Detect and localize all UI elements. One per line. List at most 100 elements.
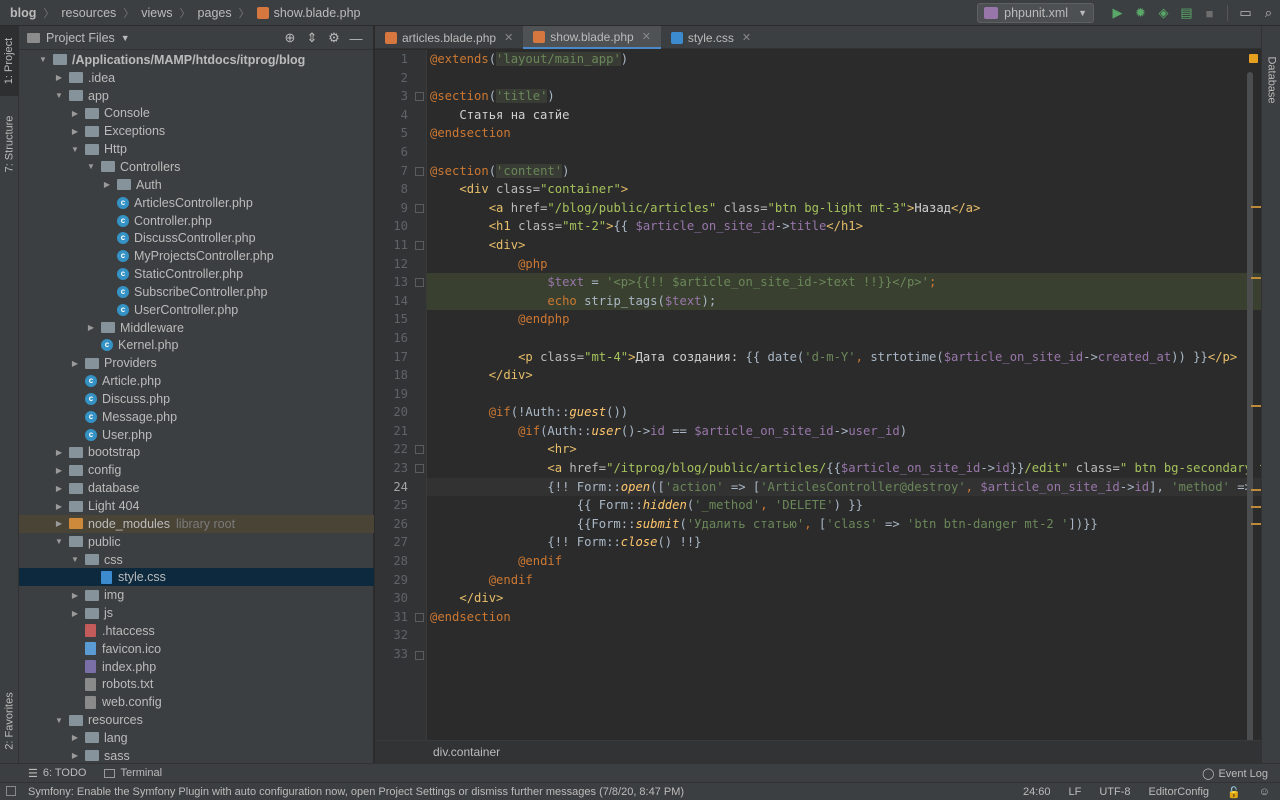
tree-item[interactable]: ▶ Light 404 [19,497,374,515]
breadcrumb-item[interactable]: views [141,6,172,20]
tree-item[interactable]: ▶cUserController.php [19,301,374,319]
tab-database[interactable]: Database [1262,44,1280,116]
coverage-button[interactable]: ◈ [1153,2,1175,24]
tree-item[interactable]: ▶.htaccess [19,622,374,640]
code-line[interactable] [427,626,1261,645]
breadcrumb-item[interactable]: blog [10,6,36,20]
chevron-right-icon[interactable]: ▶ [69,109,81,118]
error-stripe-marker[interactable] [1251,523,1261,525]
code-line[interactable]: @endif [427,552,1261,571]
tree-item[interactable]: ▶ node_modules library root [19,514,374,533]
chevron-down-icon[interactable]: ▼ [53,91,65,100]
code-line[interactable]: {{ Form::hidden('_method', 'DELETE') }} [427,496,1261,515]
code-line[interactable]: <hr> [427,440,1261,459]
gear-icon[interactable]: ⚙ [323,30,345,46]
code-line[interactable]: @php [427,255,1261,274]
tree-item[interactable]: ▶index.php [19,658,374,676]
chevron-right-icon[interactable]: ▶ [69,609,81,618]
editor-tab[interactable]: show.blade.php ✕ [523,26,661,49]
line-separator[interactable]: LF [1069,786,1082,798]
tab-favorites[interactable]: 2: Favorites [0,681,19,761]
chevron-down-icon[interactable]: ▼ [85,162,97,171]
chevron-down-icon[interactable]: ▼ [121,33,130,43]
status-icon[interactable] [6,786,16,796]
run-config-select[interactable]: phpunit.xml ▼ [977,3,1094,23]
breadcrumb-item[interactable]: show.blade.php [256,6,361,20]
editor-config[interactable]: EditorConfig [1149,786,1210,798]
tree-item[interactable]: ▶cMyProjectsController.php [19,247,374,265]
code-line[interactable] [427,329,1261,348]
tree-item[interactable]: ▶ js [19,604,374,622]
code-line[interactable]: @endphp [427,310,1261,329]
close-icon[interactable]: ✕ [504,31,513,44]
tree-item[interactable]: ▼ /Applications/MAMP/htdocs/itprog/blog [19,51,374,69]
fold-marker[interactable] [415,445,424,454]
chevron-right-icon[interactable]: ▶ [53,484,65,493]
chevron-right-icon[interactable]: ▶ [69,751,81,760]
code-line[interactable]: @if(Auth::user()->id == $article_on_site… [427,422,1261,441]
tab-project[interactable]: 1: Project [0,26,19,96]
tree-item[interactable]: ▶cArticle.php [19,372,374,390]
close-icon[interactable]: ✕ [642,30,651,43]
code-line[interactable]: {!! Form::open(['action' => ['ArticlesCo… [427,477,1261,497]
error-stripe-marker[interactable] [1251,489,1261,491]
project-view-select[interactable]: Project Files [46,31,115,45]
fold-marker[interactable] [415,613,424,622]
tree-item[interactable]: ▶ lang [19,729,374,747]
file-encoding[interactable]: UTF-8 [1099,786,1130,798]
chevron-right-icon[interactable]: ▶ [53,519,65,528]
code-line[interactable] [427,143,1261,162]
vertical-scrollbar[interactable] [1247,72,1253,752]
chevron-right-icon[interactable]: ▶ [53,448,65,457]
tree-item[interactable]: ▶cKernel.php [19,337,374,355]
code-line[interactable]: <div> [427,236,1261,255]
error-stripe-marker[interactable] [1251,277,1261,279]
tree-item[interactable]: ▶ .idea [19,69,374,87]
code-line[interactable]: @extends('layout/main_app') [427,50,1261,69]
chevron-right-icon[interactable]: ▶ [53,466,65,475]
chevron-right-icon[interactable]: ▶ [53,502,65,511]
chevron-right-icon[interactable]: ▶ [69,127,81,136]
tree-item[interactable]: ▶cUser.php [19,426,374,444]
tree-item[interactable]: ▼ Http [19,140,374,158]
tree-item[interactable]: ▶cController.php [19,212,374,230]
tree-item[interactable]: ▶web.config [19,693,374,711]
chevron-down-icon[interactable]: ▼ [53,716,65,725]
code-line[interactable] [427,645,1261,664]
locate-icon[interactable]: ⊕ [279,30,301,46]
tree-item[interactable]: ▶style.css [19,568,374,587]
code-line[interactable]: {!! Form::close() !!} [427,533,1261,552]
chevron-down-icon[interactable]: ▼ [69,555,81,564]
tree-item[interactable]: ▶ Auth [19,176,374,194]
code-line[interactable] [427,385,1261,404]
tree-item[interactable]: ▶ Providers [19,354,374,372]
collapse-all-icon[interactable]: ⇕ [301,30,323,46]
caret-position[interactable]: 24:60 [1023,786,1051,798]
error-stripe-marker[interactable] [1251,206,1261,208]
inspector-icon[interactable]: ☺ [1259,786,1270,798]
chevron-right-icon[interactable]: ▶ [69,359,81,368]
profile-button[interactable]: ▤ [1176,2,1198,24]
fold-marker[interactable] [415,464,424,473]
code-line[interactable]: <a href="/blog/public/articles" class="b… [427,199,1261,218]
editor-tab[interactable]: articles.blade.php ✕ [375,26,523,49]
terminal-tool-button[interactable]: Terminal [104,767,162,779]
project-structure-button[interactable]: ▭ [1235,2,1257,24]
tree-item[interactable]: ▶cStaticController.php [19,265,374,283]
code-line[interactable]: @endsection [427,124,1261,143]
code-line[interactable]: <a href="/itprog/blog/public/articles/{{… [427,459,1261,478]
warning-icon[interactable] [1249,54,1258,63]
tree-item[interactable]: ▶ img [19,586,374,604]
lock-icon[interactable]: 🔓 [1227,786,1241,799]
code-line[interactable]: </div> [427,589,1261,608]
error-stripe-marker[interactable] [1251,405,1261,407]
search-everywhere-button[interactable]: ⌕ [1258,2,1280,24]
tree-item[interactable]: ▶ config [19,461,374,479]
chevron-right-icon[interactable]: ▶ [69,733,81,742]
chevron-right-icon[interactable]: ▶ [101,180,113,189]
chevron-right-icon[interactable]: ▶ [85,323,97,332]
tree-item[interactable]: ▶ Console [19,105,374,123]
tree-item[interactable]: ▼ css [19,551,374,569]
code-line[interactable]: <div class="container"> [427,180,1261,199]
run-button[interactable]: ▶ [1107,2,1129,24]
